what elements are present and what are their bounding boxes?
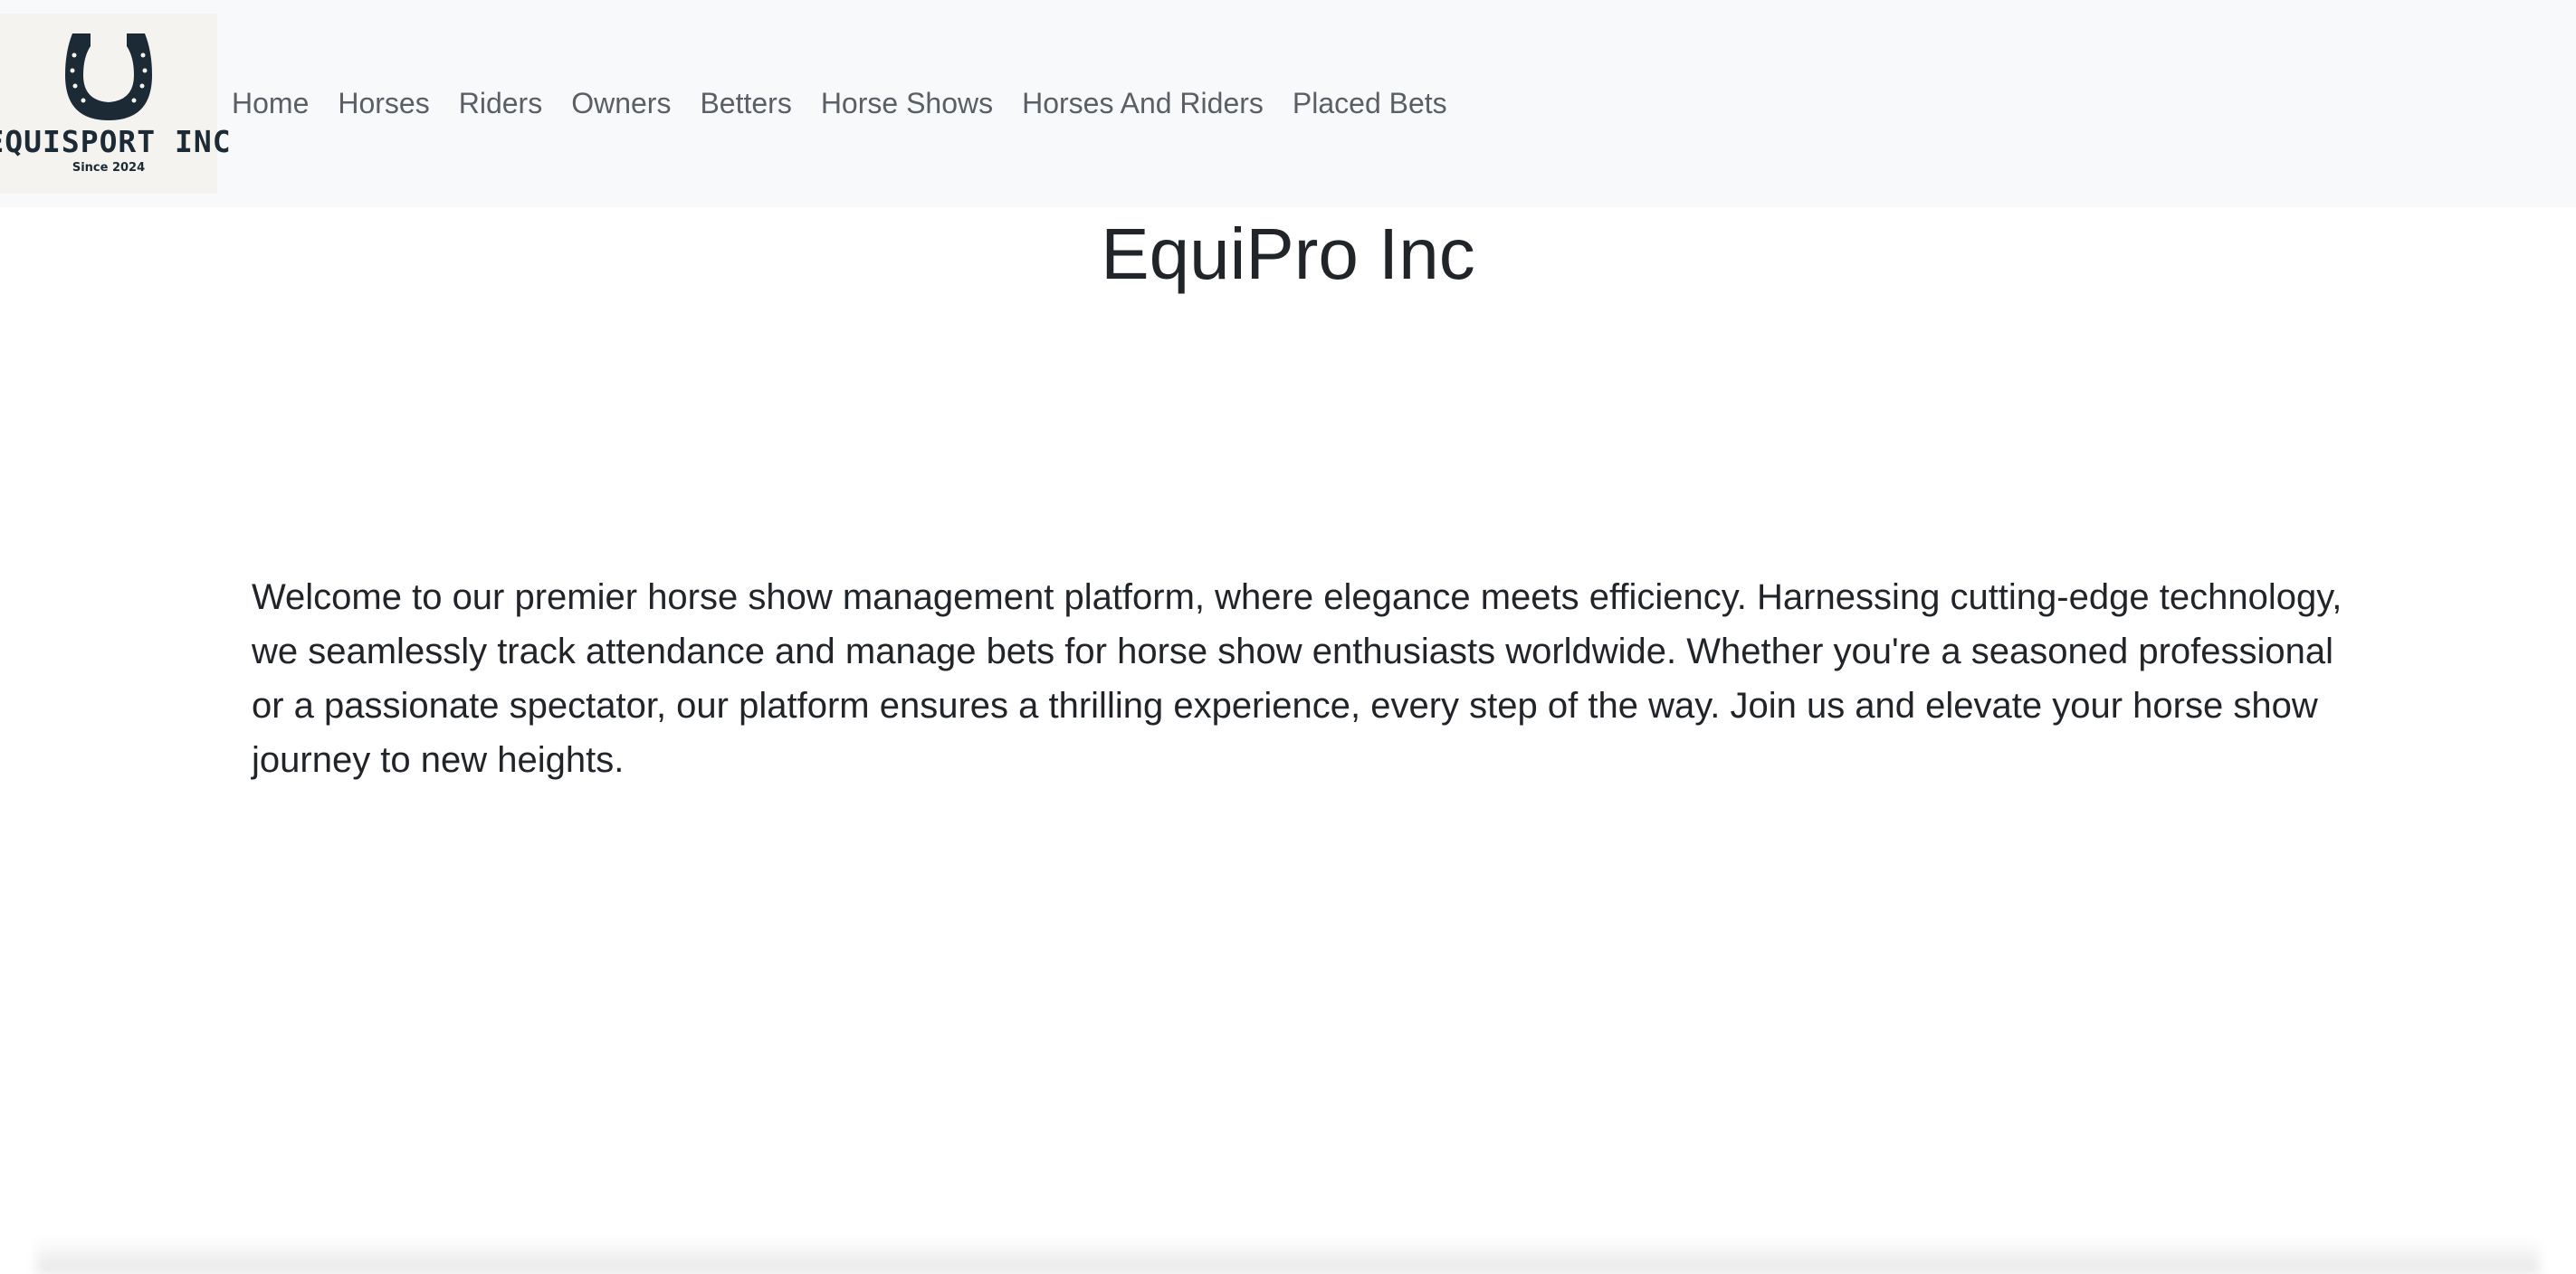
nav-link-horses-and-riders[interactable]: Horses And Riders xyxy=(1022,81,1264,125)
nav-link-owners[interactable]: Owners xyxy=(571,81,671,125)
nav-link-home[interactable]: Home xyxy=(232,81,309,125)
nav-link-riders[interactable]: Riders xyxy=(459,81,542,125)
logo-tagline: Since 2024 xyxy=(72,161,146,175)
navbar: EQUISPORT INC Since 2024 Home Horses Rid… xyxy=(0,0,2576,207)
bottom-shadow xyxy=(36,1238,2540,1274)
nav-link-placed-bets[interactable]: Placed Bets xyxy=(1293,81,1447,125)
logo-name: EQUISPORT INC xyxy=(0,124,232,159)
intro-paragraph: Welcome to our premier horse show manage… xyxy=(252,577,2342,780)
nav-link-horse-shows[interactable]: Horse Shows xyxy=(821,81,993,125)
nav-link-betters[interactable]: Betters xyxy=(700,81,791,125)
nav-links: Home Horses Riders Owners Betters Horse … xyxy=(232,81,1476,125)
brand-logo[interactable]: EQUISPORT INC Since 2024 xyxy=(0,14,231,194)
page-title: EquiPro Inc xyxy=(1101,214,1475,294)
horseshoe-icon xyxy=(65,33,152,120)
nav-link-horses[interactable]: Horses xyxy=(338,81,429,125)
